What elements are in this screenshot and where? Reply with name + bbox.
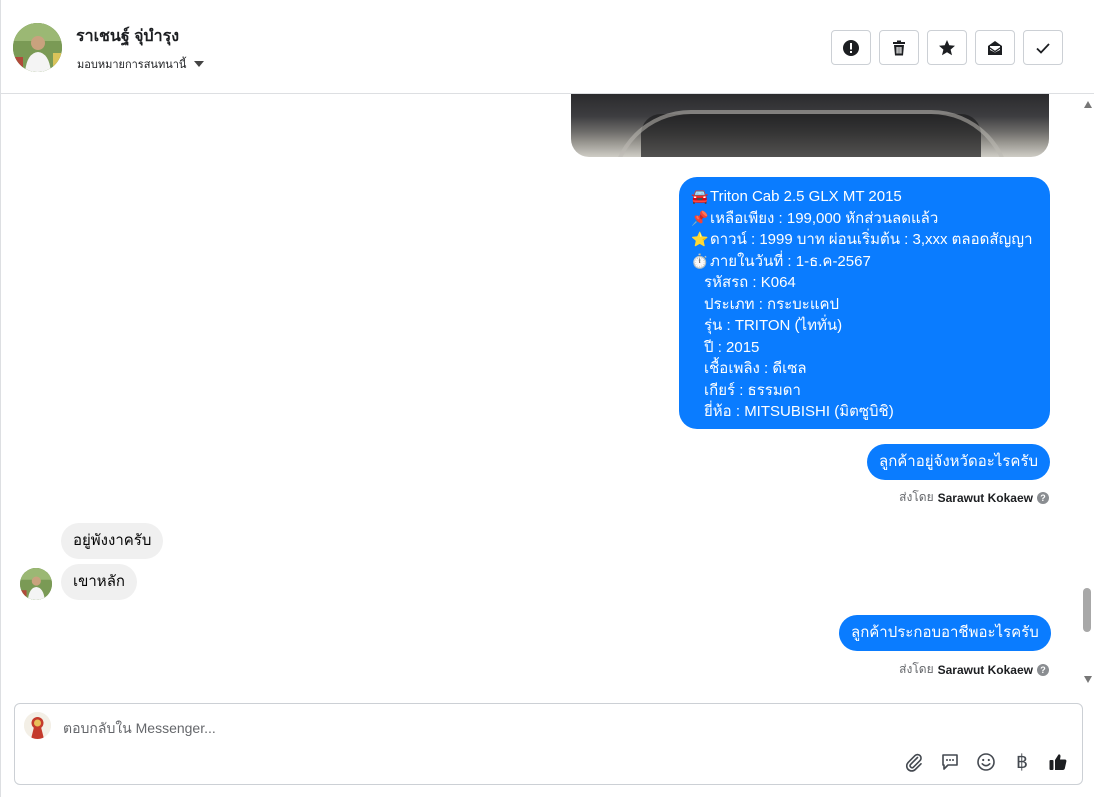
reply-input[interactable]	[63, 718, 863, 738]
listing-title: Triton Cab 2.5 GLX MT 2015	[710, 188, 902, 205]
listing-line: 📌 เหลือเพียง : 199,000 หักส่วนลดแล้ว	[691, 208, 1038, 230]
smiley-icon	[977, 753, 995, 771]
listing-year: ปี : 2015	[704, 338, 760, 356]
sent-by-prefix: ส่งโดย	[899, 662, 934, 676]
thumbs-up-icon	[1049, 754, 1067, 770]
paperclip-icon	[905, 753, 922, 772]
header-actions	[831, 30, 1063, 65]
contact-avatar-small[interactable]	[20, 568, 52, 600]
sent-by-prefix: ส่งโดย	[899, 490, 934, 504]
delete-conversation-button[interactable]	[879, 30, 919, 65]
listing-line: ปี : 2015	[691, 337, 1038, 359]
chat-bubble-icon	[942, 754, 958, 770]
assign-conversation-dropdown[interactable]: มอบหมายการสนทนานี้	[77, 55, 205, 73]
check-icon	[1036, 42, 1050, 54]
star-conversation-button[interactable]	[927, 30, 967, 65]
listing-line: ประเภท : กระบะแคป	[691, 294, 1038, 316]
incoming-message[interactable]: เขาหลัก	[61, 564, 137, 600]
listing-line: ⏱️ ภายในวันที่ : 1-ธ.ค-2567	[691, 251, 1038, 273]
reply-composer: ฿	[14, 703, 1083, 785]
listing-line: ⭐ ดาวน์ : 1999 บาท ผ่อนเริ่มต้น : 3,xxx ต…	[691, 229, 1038, 251]
incoming-message[interactable]: อยู่พังงาครับ	[61, 523, 164, 559]
baht-icon: ฿	[1015, 751, 1029, 773]
payment-button[interactable]: ฿	[1011, 751, 1033, 773]
listing-type: ประเภท : กระบะแคป	[704, 295, 840, 313]
listing-line: รหัสรถ : K064	[691, 272, 1038, 294]
listing-code: รหัสรถ : K064	[704, 274, 796, 291]
listing-deadline: ภายในวันที่ : 1-ธ.ค-2567	[710, 252, 871, 270]
outgoing-message[interactable]: ลูกค้าประกอบอาชีพอะไรครับ	[839, 615, 1051, 651]
caret-down-icon	[194, 61, 205, 67]
sender-name: Sarawut Kokaew	[937, 662, 1033, 677]
attach-button[interactable]	[903, 751, 925, 773]
sent-by-label: ส่งโดย Sarawut Kokaew ?	[899, 660, 1049, 679]
listing-price: เหลือเพียง : 199,000 หักส่วนลดแล้ว	[710, 209, 939, 227]
listing-down-payment: ดาวน์ : 1999 บาท ผ่อนเริ่มต้น : 3,xxx ตล…	[710, 231, 1033, 248]
exclamation-circle-icon	[843, 39, 859, 56]
like-button[interactable]	[1047, 751, 1069, 773]
saved-replies-button[interactable]	[939, 751, 961, 773]
help-icon[interactable]: ?	[1037, 491, 1049, 504]
mail-open-icon	[988, 40, 1002, 55]
page-avatar	[24, 712, 51, 739]
car-emoji-icon: 🚘	[691, 188, 709, 204]
trash-icon	[893, 40, 905, 55]
contact-name[interactable]: ราเชนฐ์ จุ่บำรุง	[76, 24, 179, 49]
listing-line: เชื้อเพลิง : ดีเซล	[691, 358, 1038, 380]
photo-arc	[611, 110, 1011, 157]
sender-name: Sarawut Kokaew	[937, 490, 1033, 505]
listing-gear: เกียร์ : ธรรมดา	[704, 381, 801, 399]
messenger-inbox-pane: ราเชนฐ์ จุ่บำรุง มอบหมายการสนทนานี้ 🚘 Tr…	[0, 0, 1094, 797]
assign-label: มอบหมายการสนทนานี้	[77, 59, 187, 71]
scrollbar-thumb[interactable]	[1083, 588, 1091, 632]
scroll-up-arrow-icon[interactable]	[1084, 101, 1092, 108]
outgoing-message[interactable]: ลูกค้าอยู่จังหวัดอะไรครับ	[867, 444, 1050, 480]
stopwatch-emoji-icon: ⏱️	[691, 252, 709, 269]
composer-tools: ฿	[903, 751, 1069, 773]
contact-avatar[interactable]	[13, 23, 62, 72]
car-listing-message[interactable]: 🚘 Triton Cab 2.5 GLX MT 2015 📌 เหลือเพียง …	[679, 177, 1050, 429]
star-icon	[939, 39, 955, 55]
mark-done-button[interactable]	[1023, 30, 1063, 65]
star-emoji-icon: ⭐	[691, 231, 709, 247]
car-interior-photo[interactable]	[571, 94, 1049, 157]
message-thread[interactable]: 🚘 Triton Cab 2.5 GLX MT 2015 📌 เหลือเพียง …	[1, 94, 1081, 700]
listing-fuel: เชื้อเพลิง : ดีเซล	[704, 360, 807, 377]
listing-line: เกียร์ : ธรรมดา	[691, 380, 1038, 402]
sent-by-label: ส่งโดย Sarawut Kokaew ?	[899, 488, 1049, 507]
listing-line: 🚘 Triton Cab 2.5 GLX MT 2015	[691, 186, 1038, 208]
thread-scrollbar[interactable]	[1081, 94, 1094, 700]
listing-line: ยี่ห้อ : MITSUBISHI (มิตซูบิชิ)	[691, 401, 1038, 423]
help-icon[interactable]: ?	[1037, 663, 1049, 676]
mark-unread-button[interactable]	[975, 30, 1015, 65]
listing-line: รุ่น : TRITON (ไททั่น)	[691, 315, 1038, 337]
scroll-down-arrow-icon[interactable]	[1084, 676, 1092, 683]
mark-spam-button[interactable]	[831, 30, 871, 65]
listing-brand: ยี่ห้อ : MITSUBISHI (มิตซูบิชิ)	[704, 403, 894, 420]
listing-model: รุ่น : TRITON (ไททั่น)	[704, 317, 843, 334]
conversation-header: ราเชนฐ์ จุ่บำรุง มอบหมายการสนทนานี้	[1, 0, 1094, 94]
emoji-button[interactable]	[975, 751, 997, 773]
pin-emoji-icon: 📌	[691, 209, 709, 226]
